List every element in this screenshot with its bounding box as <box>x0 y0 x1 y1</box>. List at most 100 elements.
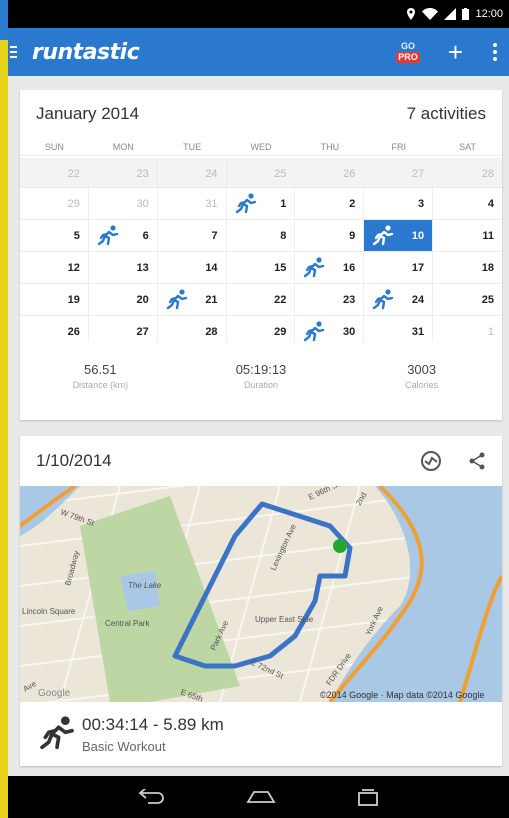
calendar-week: 22 23 24 25 26 27 28 <box>20 158 502 188</box>
calendar-day[interactable]: 27 <box>364 158 434 187</box>
calendar-day[interactable]: 31 <box>364 316 434 342</box>
calendar-month[interactable]: January 2014 <box>36 104 139 124</box>
calendar-day[interactable]: 28 <box>433 158 502 187</box>
calendar-day[interactable]: 13 <box>89 252 158 283</box>
weekday-label: WED <box>250 141 272 152</box>
calendar-week: 5 6 7 8 9 10 11 <box>20 220 502 252</box>
activity-run-icon <box>373 225 394 246</box>
calendar-day[interactable]: 2 <box>295 188 365 219</box>
calendar-day[interactable]: 19 <box>20 284 89 315</box>
calendar-day[interactable]: 22 <box>20 158 89 187</box>
calendar-day-number: 5 <box>73 230 80 242</box>
calendar-day[interactable]: 12 <box>20 252 89 283</box>
calendar-day[interactable]: 16 <box>295 252 365 283</box>
status-time: 12:00 <box>475 8 503 20</box>
calendar-day[interactable]: 30 <box>89 188 158 219</box>
activity-run-icon <box>235 193 256 214</box>
share-icon[interactable] <box>468 452 486 470</box>
map-google-logo: Google <box>38 688 71 699</box>
calendar-day[interactable]: 6 <box>89 220 158 251</box>
status-bar: 12:00 <box>8 0 509 28</box>
calendar-day[interactable]: 23 <box>295 284 365 315</box>
weekday-label: SAT <box>459 141 476 152</box>
calendar-day-number: 16 <box>343 262 356 274</box>
runner-icon <box>40 716 74 750</box>
calendar-day-number: 24 <box>205 168 218 180</box>
calendar-day[interactable]: 29 <box>227 316 296 342</box>
calendar-day[interactable]: 26 <box>295 158 365 187</box>
activity-duration-distance: 00:34:14 - 5.89 km <box>82 714 224 734</box>
activity-type: Basic Workout <box>82 738 166 754</box>
calendar-day[interactable]: 8 <box>227 220 296 251</box>
calendar-day[interactable]: 22 <box>227 284 296 315</box>
calendar-day-number: 18 <box>481 262 494 274</box>
calendar-day[interactable]: 3 <box>364 188 434 219</box>
calendar-day-number: 13 <box>136 262 149 274</box>
calendar-day-number: 27 <box>411 168 425 180</box>
sport-type-icon[interactable] <box>420 450 442 472</box>
calendar-day[interactable]: 23 <box>89 158 158 187</box>
calendar-day[interactable]: 21 <box>158 284 227 315</box>
go-pro-button[interactable]: GO PRO <box>396 41 420 63</box>
calendar-day[interactable]: 15 <box>227 252 296 283</box>
activity-summary[interactable]: 00:34:14 - 5.89 km Basic Workout <box>20 702 502 766</box>
calendar-day-number: 20 <box>136 294 149 306</box>
calendar-day-number: 22 <box>67 168 80 180</box>
back-icon[interactable] <box>138 789 166 805</box>
app-bar: runtastic GO PRO + <box>8 28 509 76</box>
calendar-day[interactable]: 7 <box>158 220 227 251</box>
route-end-marker <box>333 539 347 553</box>
map-label-lake: The Lake <box>128 581 162 590</box>
calendar-card: January 2014 7 activities SUN MON TUE WE… <box>20 90 502 420</box>
calendar-day-number: 30 <box>343 326 356 338</box>
map-attribution[interactable]: ©2014 Google · Map data ©2014 Google <box>320 690 484 700</box>
calendar-grid: 22 23 24 25 26 27 28 29 30 31 1 2 3 4 5 6 7 8 9 10 11 12 13 14 1… <box>20 158 502 342</box>
calendar-day-number: 10 <box>411 230 425 242</box>
calendar-day[interactable]: 28 <box>158 316 227 342</box>
calendar-day-number: 31 <box>205 198 218 210</box>
calendar-day-number: 26 <box>67 326 80 338</box>
calendar-day-number: 11 <box>482 230 494 242</box>
calendar-day[interactable]: 5 <box>20 220 89 251</box>
calendar-day[interactable]: 26 <box>20 316 89 342</box>
calendar-day-number: 25 <box>274 168 287 180</box>
recents-icon[interactable] <box>356 788 380 806</box>
route-map[interactable]: W 79th St E 96th St 2nd Lexington Ave Yo… <box>20 486 502 702</box>
calendar-day[interactable]: 17 <box>364 252 434 283</box>
calendar-day[interactable]: 1 <box>227 188 296 219</box>
calendar-day[interactable]: 24 <box>158 158 227 187</box>
calendar-day[interactable]: 10 <box>364 220 434 251</box>
duration-value: 05:19:13 <box>235 362 287 377</box>
calendar-day[interactable]: 9 <box>295 220 365 251</box>
calendar-day[interactable]: 14 <box>158 252 227 283</box>
calendar-day[interactable]: 27 <box>89 316 158 342</box>
calendar-day-number: 6 <box>142 230 149 242</box>
add-activity-button[interactable]: + <box>448 39 463 65</box>
calendar-header: January 2014 7 activities <box>20 90 502 138</box>
stat-calories: 3003 Calories <box>341 362 502 390</box>
stat-distance: 56.51 Distance (km) <box>20 362 181 390</box>
calendar-day[interactable]: 31 <box>158 188 227 219</box>
calendar-day[interactable]: 30 <box>295 316 365 342</box>
calendar-day[interactable]: 20 <box>89 284 158 315</box>
calendar-day[interactable]: 11 <box>433 220 502 251</box>
calendar-day[interactable]: 25 <box>227 158 296 187</box>
calendar-day-number: 31 <box>411 326 425 338</box>
calendar-week: 12 13 14 15 16 17 18 <box>20 252 502 284</box>
activity-count: 7 activities <box>406 104 486 123</box>
calendar-day[interactable]: 25 <box>433 284 502 315</box>
distance-label: Distance (km) <box>72 380 129 390</box>
overflow-menu-icon[interactable] <box>491 43 499 61</box>
menu-icon[interactable] <box>8 46 30 58</box>
battery-icon <box>462 8 470 20</box>
calendar-day-number: 23 <box>343 294 356 306</box>
calendar-day-number: 12 <box>67 262 80 274</box>
month-stats: 56.51 Distance (km) 05:19:13 Duration 30… <box>20 362 502 390</box>
calendar-day[interactable]: 18 <box>433 252 502 283</box>
activity-card[interactable]: 1/10/2014 W 79th St E 96th St 2nd Lexing… <box>20 436 502 766</box>
calendar-day[interactable]: 4 <box>433 188 502 219</box>
calendar-day[interactable]: 24 <box>364 284 434 315</box>
calendar-day[interactable]: 1 <box>433 316 502 342</box>
home-icon[interactable] <box>245 790 276 804</box>
calendar-day[interactable]: 29 <box>20 188 89 219</box>
